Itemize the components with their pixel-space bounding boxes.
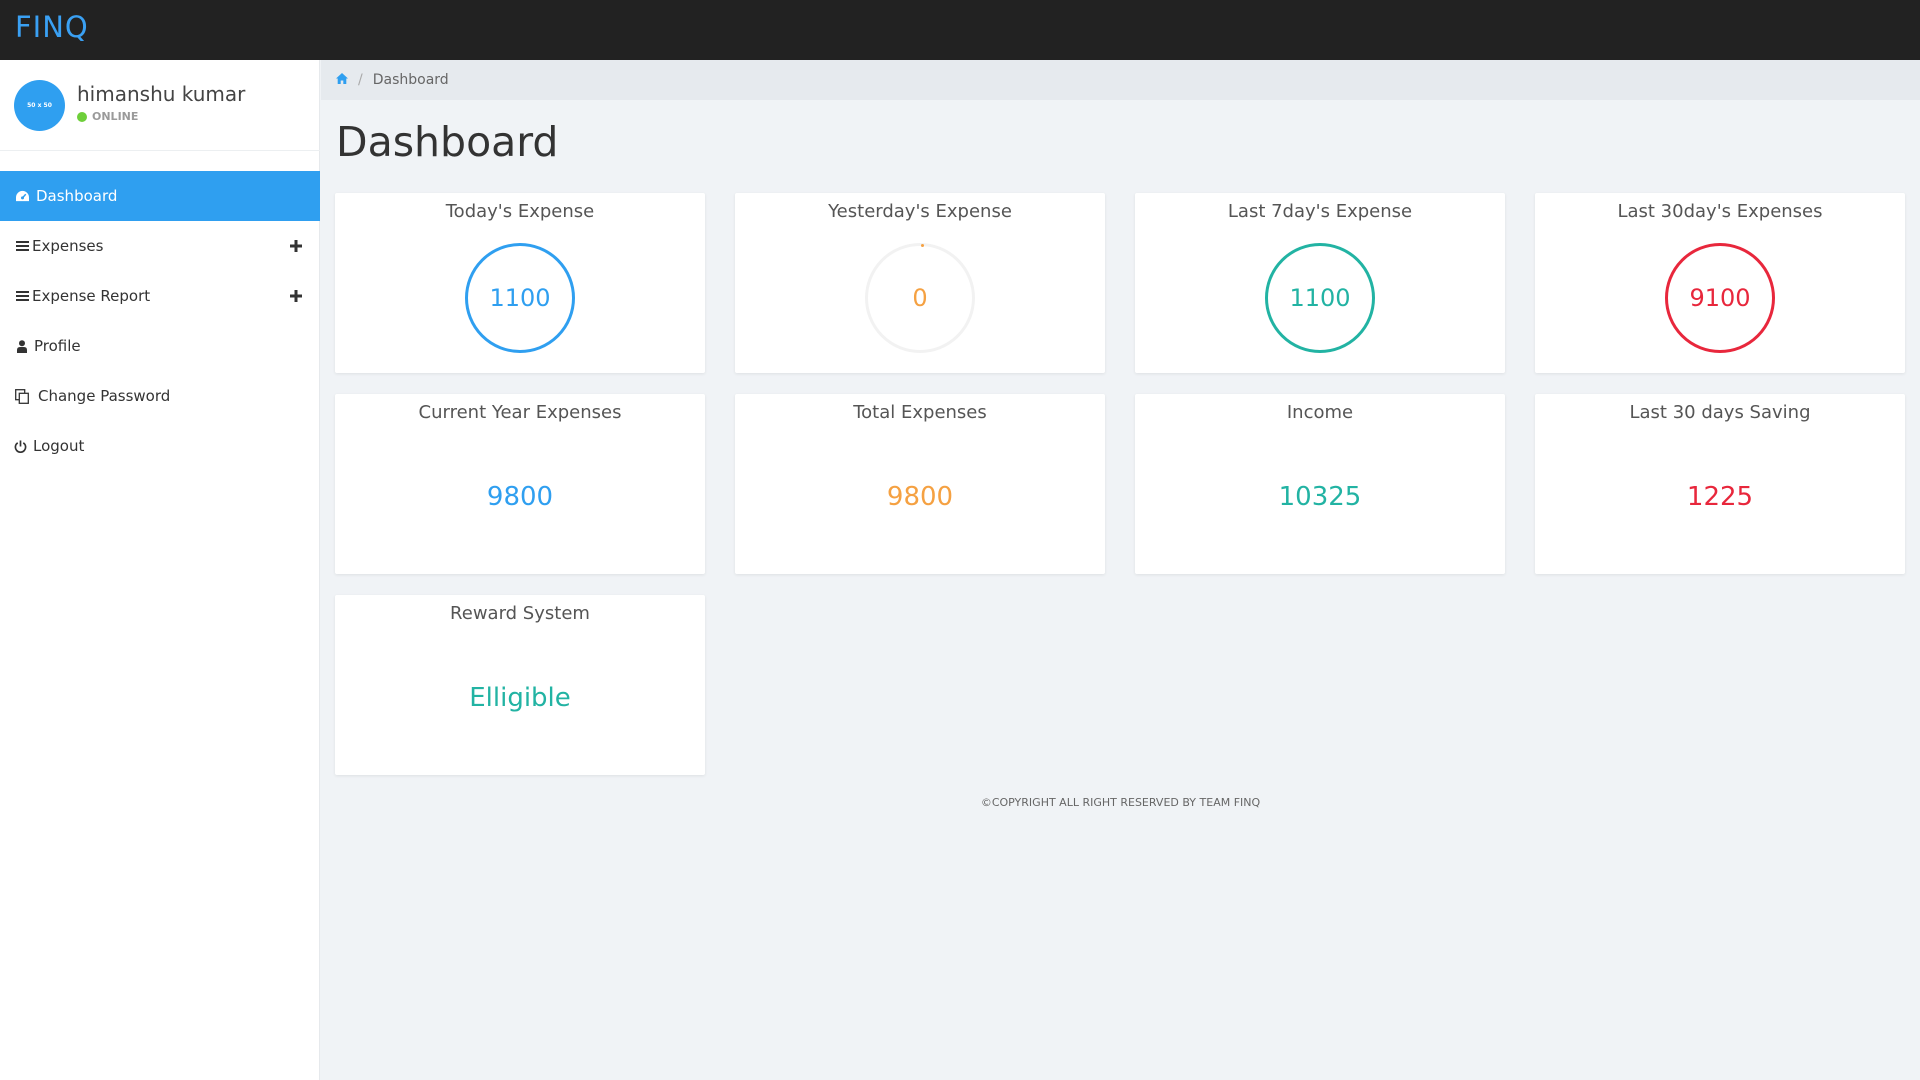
- sidebar-item-label: Logout: [33, 437, 85, 455]
- home-icon[interactable]: [336, 72, 348, 88]
- main-content: / Dashboard Dashboard Today's Expense 11…: [321, 60, 1920, 1080]
- sidebar: 50 x 50 himanshu kumar ONLINE Dashboard …: [0, 60, 320, 1080]
- sidebar-menu: Dashboard Expenses Expense Report Profil…: [0, 171, 320, 471]
- page-title: Dashboard: [336, 118, 559, 166]
- card-title: Today's Expense: [445, 201, 595, 222]
- card-value: 0: [912, 284, 928, 312]
- user-status: ONLINE: [77, 110, 138, 123]
- card-todays-expense: Today's Expense 1100: [335, 193, 705, 373]
- sidebar-item-label: Profile: [34, 337, 81, 355]
- user-panel: 50 x 50 himanshu kumar ONLINE: [0, 60, 320, 151]
- card-value: 9100: [1689, 284, 1751, 312]
- copy-icon: [14, 388, 30, 404]
- breadcrumb-separator: /: [358, 72, 363, 88]
- sidebar-item-label: Expense Report: [32, 287, 151, 305]
- card-title: Total Expenses: [853, 402, 987, 423]
- dashboard-icon: [14, 188, 30, 204]
- card-value: 1100: [1289, 284, 1351, 312]
- sidebar-item-label: Change Password: [38, 387, 171, 405]
- card-title: Current Year Expenses: [418, 402, 622, 423]
- sidebar-item-label: Expenses: [32, 237, 104, 255]
- expand-plus-icon[interactable]: [286, 286, 306, 306]
- sidebar-item-label: Dashboard: [36, 187, 118, 205]
- card-reward-system: Reward System Elligible: [335, 595, 705, 775]
- sidebar-item-expense-report[interactable]: Expense Report: [0, 271, 320, 321]
- online-status-dot: [77, 111, 87, 122]
- card-current-year-expenses: Current Year Expenses 9800: [335, 394, 705, 574]
- expense-ring: 9100: [1665, 243, 1775, 353]
- sidebar-item-profile[interactable]: Profile: [0, 321, 320, 371]
- power-icon: [14, 438, 27, 454]
- breadcrumb-current: Dashboard: [372, 72, 449, 88]
- bars-icon: [14, 238, 30, 254]
- card-title: Last 7day's Expense: [1227, 201, 1413, 222]
- expand-plus-icon[interactable]: [286, 236, 306, 256]
- card-total-expenses: Total Expenses 9800: [735, 394, 1105, 574]
- card-value: 1225: [1686, 482, 1754, 512]
- avatar: 50 x 50: [14, 80, 65, 131]
- card-last-30-days-saving: Last 30 days Saving 1225: [1535, 394, 1905, 574]
- card-title: Reward System: [450, 603, 590, 624]
- user-name: himanshu kumar: [77, 82, 246, 106]
- top-navbar: FINQ: [0, 0, 1920, 60]
- card-value: 1100: [489, 284, 551, 312]
- card-title: Last 30 days Saving: [1629, 402, 1811, 423]
- breadcrumb: / Dashboard: [321, 60, 1920, 100]
- card-value: Elligible: [469, 683, 571, 713]
- card-title: Last 30day's Expenses: [1617, 201, 1823, 222]
- user-status-label: ONLINE: [92, 110, 139, 123]
- card-title: Yesterday's Expense: [828, 201, 1012, 222]
- sidebar-item-change-password[interactable]: Change Password: [0, 371, 320, 421]
- bars-icon: [14, 288, 30, 304]
- card-last-30day-expenses: Last 30day's Expenses 9100: [1535, 193, 1905, 373]
- user-icon: [16, 338, 28, 354]
- sidebar-item-logout[interactable]: Logout: [0, 421, 320, 471]
- expense-ring: 1100: [1265, 243, 1375, 353]
- brand-logo[interactable]: FINQ: [15, 10, 89, 44]
- card-value: 9800: [486, 482, 554, 512]
- sidebar-item-expenses[interactable]: Expenses: [0, 221, 320, 271]
- card-title: Income: [1286, 402, 1354, 423]
- card-yesterdays-expense: Yesterday's Expense 0: [735, 193, 1105, 373]
- card-last-7day-expense: Last 7day's Expense 1100: [1135, 193, 1505, 373]
- card-value: 9800: [886, 482, 954, 512]
- sidebar-item-dashboard[interactable]: Dashboard: [0, 171, 320, 221]
- expense-ring: 0: [865, 243, 975, 353]
- card-income: Income 10325: [1135, 394, 1505, 574]
- footer-copyright: ©COPYRIGHT ALL RIGHT RESERVED BY TEAM FI…: [980, 796, 1261, 809]
- expense-ring: 1100: [465, 243, 575, 353]
- card-value: 10325: [1278, 482, 1362, 512]
- ring-progress-marker: [921, 244, 924, 247]
